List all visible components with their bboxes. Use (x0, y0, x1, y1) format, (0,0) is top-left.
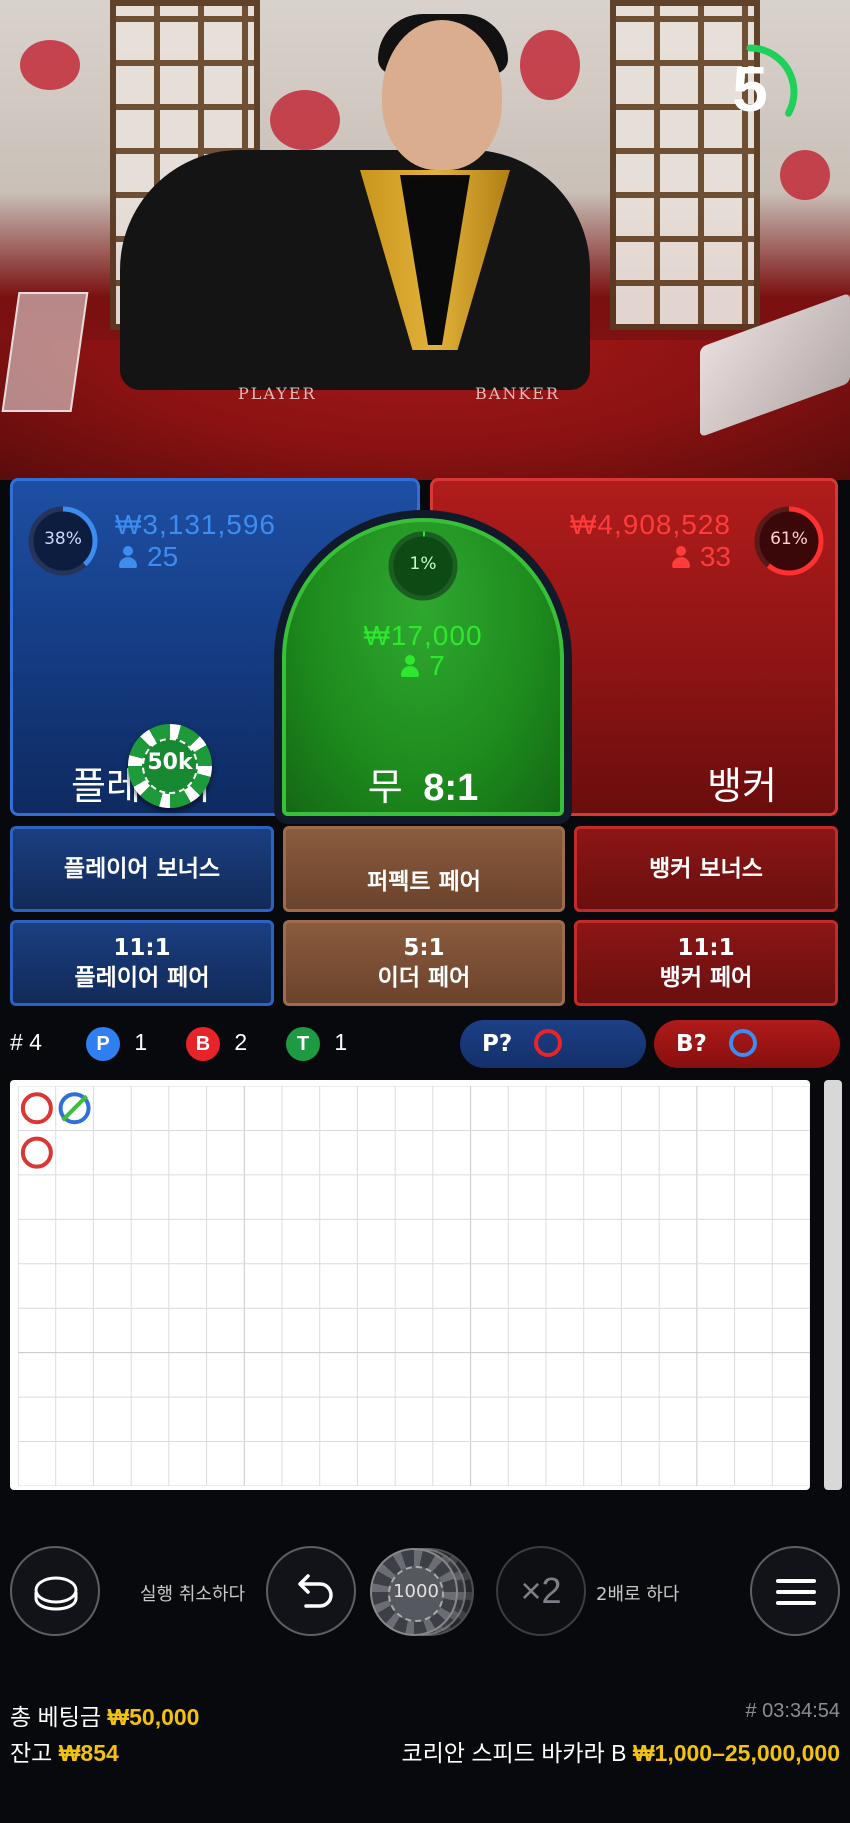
either-pair-bet[interactable]: 5:1 이더 페어 (283, 920, 565, 1006)
road-scrollbar[interactable] (824, 1080, 842, 1490)
banker-dot-icon: B (186, 1026, 220, 1061)
table-name: 코리안 스피드 바카라 B (401, 1740, 627, 1766)
road-grid (18, 1086, 810, 1486)
total-bet: 총 베팅금 ₩50,000 (10, 1698, 199, 1732)
person-icon (671, 546, 690, 568)
banker-bonus-label: 뱅커 보너스 (649, 856, 763, 882)
player-pair-label: 플레이어 페어 (74, 965, 210, 991)
double-label: 2배로 하다 (596, 1584, 680, 1605)
player-count: 25 (119, 541, 178, 573)
total-bet-label: 총 베팅금 (10, 1704, 102, 1730)
banker-wins-stat: B 2 (186, 1022, 247, 1062)
balance-label: 잔고 (10, 1740, 53, 1766)
dealer-head (382, 20, 502, 170)
countdown-timer: 5 (700, 30, 820, 150)
tie-label-text: 무 (367, 767, 403, 809)
player-bonus-label: 플레이어 보너스 (63, 856, 221, 882)
player-bonus-bet[interactable]: 플레이어 보너스 (10, 826, 274, 912)
banker-bonus-bet[interactable]: 뱅커 보너스 (574, 826, 838, 912)
banker-count-value: 33 (699, 541, 731, 572)
chat-button[interactable] (10, 1546, 100, 1636)
tie-wins-stat: T 1 (286, 1022, 347, 1062)
menu-button[interactable] (750, 1546, 840, 1636)
undo-button[interactable] (266, 1546, 356, 1636)
banker-percent-ring: 61% (753, 505, 825, 577)
double-button[interactable]: ×2 (496, 1546, 586, 1636)
banker-percent: 61% (770, 529, 808, 549)
predict-banker-label: B? (676, 1031, 707, 1057)
banker-label: 뱅커 (707, 766, 777, 808)
double-symbol: ×2 (520, 1570, 562, 1611)
tie-percent: 1% (409, 554, 437, 574)
selected-chip-value: 1000 (393, 1581, 439, 1602)
blossom-decoration (270, 90, 340, 150)
predict-player-label: P? (482, 1031, 513, 1057)
timer-value: 5 (732, 53, 768, 125)
tie-label: 무 8:1 (286, 756, 560, 811)
either-pair-label: 이더 페어 (377, 965, 471, 991)
undo-label: 실행 취소하다 (140, 1584, 246, 1605)
predict-player-button[interactable]: P? (460, 1020, 646, 1068)
player-count-value: 25 (147, 541, 179, 572)
blossom-decoration (520, 30, 580, 100)
player-pair-bet[interactable]: 11:1 플레이어 페어 (10, 920, 274, 1006)
dealer-body (120, 150, 590, 390)
tie-count-value: 7 (429, 650, 445, 681)
tie-percent-ring: 1% (387, 530, 459, 602)
blossom-decoration (780, 150, 830, 200)
tie-bet-spot[interactable]: 1% ₩17,000 7 무 8:1 (282, 518, 564, 816)
person-icon (401, 655, 420, 677)
player-percent: 38% (44, 529, 82, 549)
player-dot-icon: P (86, 1026, 120, 1061)
person-icon (119, 546, 137, 568)
round-stats: # 4 P 1 B 2 T 1 (10, 1022, 470, 1062)
tie-amount: ₩17,000 (363, 620, 483, 651)
tie-wins-count: 1 (334, 1029, 348, 1055)
player-percent-ring: 38% (27, 505, 99, 577)
table-info[interactable]: 코리안 스피드 바카라 B ₩1,000–25,000,000 (401, 1734, 840, 1768)
selected-chip[interactable]: 1000 (370, 1548, 458, 1636)
player-amount: ₩3,131,596 (115, 509, 276, 540)
placed-chip-50k: 50k (128, 724, 212, 808)
banker-pair-bet[interactable]: 11:1 뱅커 페어 (574, 920, 838, 1006)
chip-selector[interactable]: 1000 (368, 1544, 478, 1640)
chip-value: 50k (147, 750, 193, 775)
banker-wins-count: 2 (234, 1029, 248, 1055)
undo-icon (298, 1574, 333, 1608)
banker-amount: ₩4,908,528 (570, 509, 731, 540)
perfect-pair-bet[interactable]: 퍼펙트 페어 (283, 826, 565, 912)
total-bet-value: ₩50,000 (107, 1704, 200, 1730)
player-pair-odds: 11:1 (113, 935, 171, 961)
round-id: # 03:34:54 (745, 1700, 840, 1722)
bead-road-scoreboard[interactable] (10, 1080, 810, 1490)
predict-banker-button[interactable]: B? (654, 1020, 840, 1068)
player-wins-count: 1 (134, 1029, 148, 1055)
banker-count: 33 (671, 541, 731, 573)
banker-pair-label: 뱅커 페어 (659, 965, 753, 991)
blossom-decoration (20, 40, 80, 90)
round-number: # 4 (10, 1029, 42, 1055)
tie-dot-icon: T (286, 1026, 320, 1061)
menu-icon (776, 1579, 816, 1605)
road-mark-banker (20, 1092, 53, 1125)
banker-ring-icon (534, 1029, 563, 1057)
felt-label-player: PLAYER (238, 384, 317, 403)
tie-count: 7 (286, 650, 560, 682)
either-pair-odds: 5:1 (403, 935, 445, 961)
tie-odds: 8:1 (423, 767, 479, 809)
player-ring-icon (728, 1029, 757, 1057)
chat-icon (34, 1576, 78, 1611)
player-wins-stat: P 1 (86, 1022, 147, 1062)
balance: 잔고 ₩854 (10, 1734, 119, 1768)
balance-value: ₩854 (58, 1740, 119, 1766)
perfect-pair-label: 퍼펙트 페어 (367, 869, 481, 895)
table-limits: ₩1,000–25,000,000 (632, 1740, 840, 1766)
felt-label-banker: BANKER (475, 384, 560, 403)
road-mark-banker (20, 1136, 53, 1169)
banker-pair-odds: 11:1 (677, 935, 735, 961)
road-tie-slash (61, 1094, 88, 1122)
